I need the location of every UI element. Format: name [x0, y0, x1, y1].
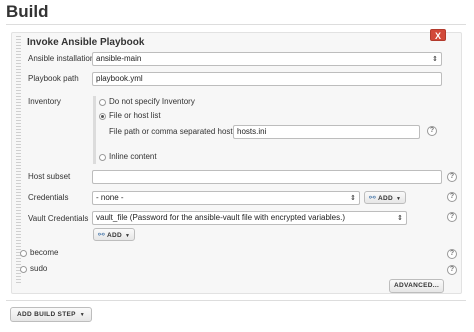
ansible-installation-label: Ansible installation [28, 54, 95, 63]
key-icon: ⚯ [98, 230, 106, 239]
caret-down-icon: ▼ [396, 196, 402, 202]
vault-credentials-label: Vault Credentials [28, 214, 89, 223]
inventory-file-path-input[interactable]: hosts.ini [233, 125, 420, 139]
credentials-help-icon[interactable]: ? [447, 192, 457, 202]
inventory-option-inline-radio[interactable] [99, 154, 106, 161]
credentials-label: Credentials [28, 193, 69, 202]
playbook-path-label: Playbook path [28, 74, 79, 83]
inventory-option-file-radio[interactable] [99, 113, 106, 120]
inventory-option-none-radio[interactable] [99, 99, 106, 106]
sudo-checkbox[interactable] [20, 266, 27, 273]
bottom-divider [6, 300, 466, 301]
vault-credentials-add-button[interactable]: ⚯ ADD ▼ [93, 228, 136, 241]
inventory-option-none-label: Do not specify Inventory [109, 97, 195, 106]
ansible-installation-select[interactable]: ansible-main ⇕ [92, 52, 442, 66]
caret-down-icon: ▼ [79, 312, 85, 318]
section-title: Build [6, 2, 49, 21]
inventory-option-file-label: File or host list [109, 111, 161, 120]
playbook-path-input[interactable]: playbook.yml [92, 72, 442, 86]
host-subset-label: Host subset [28, 172, 71, 181]
become-help-icon[interactable]: ? [447, 249, 457, 259]
vault-credentials-help-icon[interactable]: ? [447, 212, 457, 222]
host-subset-input[interactable] [92, 170, 442, 184]
step-title: Invoke Ansible Playbook [27, 37, 145, 48]
inventory-option-inline-label: Inline content [109, 152, 157, 161]
advanced-button[interactable]: ADVANCED... [389, 279, 445, 293]
sudo-help-icon[interactable]: ? [447, 265, 457, 275]
sudo-label: sudo [30, 264, 48, 273]
become-label: become [30, 248, 59, 257]
host-subset-help-icon[interactable]: ? [447, 172, 457, 182]
select-arrows-icon: ⇕ [397, 215, 403, 222]
vault-credentials-select[interactable]: vault_file (Password for the ansible-vau… [92, 211, 407, 225]
credentials-value: - none - [96, 193, 124, 202]
inventory-label: Inventory [28, 97, 61, 106]
credentials-select[interactable]: - none - ⇕ [92, 191, 360, 205]
vault-credentials-add-label: ADD [107, 232, 122, 239]
caret-down-icon: ▼ [125, 233, 131, 239]
become-checkbox[interactable] [20, 250, 27, 257]
vault-credentials-value: vault_file (Password for the ansible-vau… [96, 213, 346, 222]
inventory-file-help-icon[interactable]: ? [427, 126, 437, 136]
inventory-file-path-label: File path or comma separated host list [109, 127, 245, 136]
delete-step-button[interactable]: X [430, 29, 446, 41]
credentials-add-button[interactable]: ⚯ ADD ▼ [364, 191, 407, 204]
inventory-options-rule [93, 96, 96, 164]
key-icon: ⚯ [369, 193, 377, 202]
select-arrows-icon: ⇕ [432, 56, 438, 63]
title-divider [6, 24, 466, 25]
ansible-installation-value: ansible-main [96, 54, 142, 63]
add-build-step-label: ADD BUILD STEP [17, 311, 76, 318]
drag-handle[interactable] [16, 36, 21, 284]
select-arrows-icon: ⇕ [350, 195, 356, 202]
credentials-add-label: ADD [378, 195, 393, 202]
add-build-step-button[interactable]: ADD BUILD STEP ▼ [10, 307, 92, 322]
